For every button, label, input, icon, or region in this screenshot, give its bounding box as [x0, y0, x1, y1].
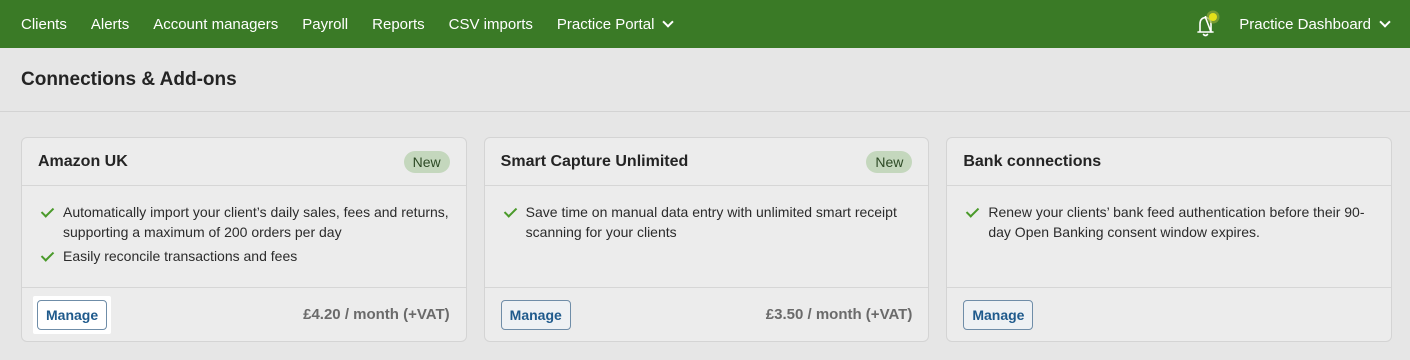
manage-button-wrap: Manage	[500, 299, 571, 330]
feature-item: Save time on manual data entry with unli…	[503, 202, 913, 242]
nav-items: Clients Alerts Account managers Payroll …	[21, 16, 696, 33]
feature-text: Automatically import your client’s daily…	[63, 204, 449, 240]
nav-item-practice-portal[interactable]: Practice Portal	[556, 15, 675, 33]
addon-cards: Amazon UK New Automatically import your …	[0, 112, 1410, 342]
chevron-down-icon	[1379, 15, 1391, 28]
chevron-down-icon	[662, 15, 675, 28]
nav-item-csv-imports[interactable]: CSV imports	[449, 16, 533, 33]
nav-item-payroll[interactable]: Payroll	[302, 16, 348, 33]
price-label: £3.50 / month (+VAT)	[765, 306, 913, 323]
feature-item: Easily reconcile transactions and fees	[40, 246, 450, 266]
manage-button[interactable]: Manage	[500, 299, 571, 330]
page-header: Connections & Add-ons	[0, 48, 1410, 112]
feature-text: Easily reconcile transactions and fees	[63, 248, 298, 264]
card-header: Smart Capture Unlimited New	[484, 138, 929, 186]
price-label: £4.20 / month (+VAT)	[303, 306, 450, 323]
card-title: Bank connections	[963, 152, 1102, 170]
check-icon	[503, 204, 517, 218]
top-nav-bar: Clients Alerts Account managers Payroll …	[0, 0, 1410, 48]
nav-item-clients[interactable]: Clients	[21, 16, 67, 33]
bell-icon[interactable]	[1191, 9, 1221, 39]
nav-item-label: Practice Portal	[556, 15, 655, 33]
new-badge: New	[403, 150, 450, 173]
card-title: Amazon UK	[38, 152, 128, 170]
addon-card-bank-connections: Bank connections Renew your clients’ ban…	[946, 137, 1393, 342]
feature-item: Renew your clients’ bank feed authentica…	[965, 202, 1375, 242]
card-header: Bank connections	[947, 138, 1392, 186]
page-title: Connections & Add-ons	[21, 68, 237, 90]
card-footer: Manage	[947, 287, 1392, 341]
manage-button-highlight: Manage	[33, 295, 112, 334]
nav-item-label: CSV imports	[448, 15, 533, 33]
nav-right: Practice Dashboard	[1191, 9, 1391, 39]
nav-item-label: Reports	[372, 15, 425, 33]
nav-item-account-managers[interactable]: Account managers	[153, 16, 278, 33]
card-footer: Manage £4.20 / month (+VAT)	[22, 287, 466, 341]
manage-button[interactable]: Manage	[963, 299, 1034, 330]
practice-dashboard-label: Practice Dashboard	[1239, 15, 1371, 33]
feature-item: Automatically import your client’s daily…	[40, 202, 450, 242]
addon-card-amazon-uk: Amazon UK New Automatically import your …	[21, 137, 467, 342]
nav-item-label: Payroll	[302, 15, 349, 33]
card-title: Smart Capture Unlimited	[500, 152, 689, 170]
nav-item-label: Alerts	[90, 15, 130, 33]
new-badge: New	[866, 150, 913, 173]
addon-card-smart-capture: Smart Capture Unlimited New Save time on…	[483, 137, 930, 342]
card-body: Renew your clients’ bank feed authentica…	[947, 186, 1391, 287]
feature-text: Save time on manual data entry with unli…	[525, 204, 897, 240]
nav-item-alerts[interactable]: Alerts	[91, 16, 129, 33]
check-icon	[40, 204, 55, 218]
nav-item-label: Account managers	[153, 15, 279, 33]
check-icon	[966, 204, 980, 218]
manage-button-wrap: Manage	[963, 299, 1034, 330]
card-footer: Manage £3.50 / month (+VAT)	[484, 287, 929, 341]
nav-item-reports[interactable]: Reports	[372, 16, 425, 33]
card-body: Save time on manual data entry with unli…	[485, 186, 929, 287]
bell-icon-graphic	[1197, 10, 1220, 37]
practice-dashboard-menu[interactable]: Practice Dashboard	[1239, 15, 1391, 33]
card-header: Amazon UK New	[22, 138, 466, 186]
feature-text: Renew your clients’ bank feed authentica…	[988, 204, 1365, 240]
nav-item-label: Clients	[21, 15, 67, 33]
manage-button[interactable]: Manage	[37, 299, 108, 330]
card-body: Automatically import your client’s daily…	[22, 186, 466, 287]
check-icon	[40, 248, 55, 262]
